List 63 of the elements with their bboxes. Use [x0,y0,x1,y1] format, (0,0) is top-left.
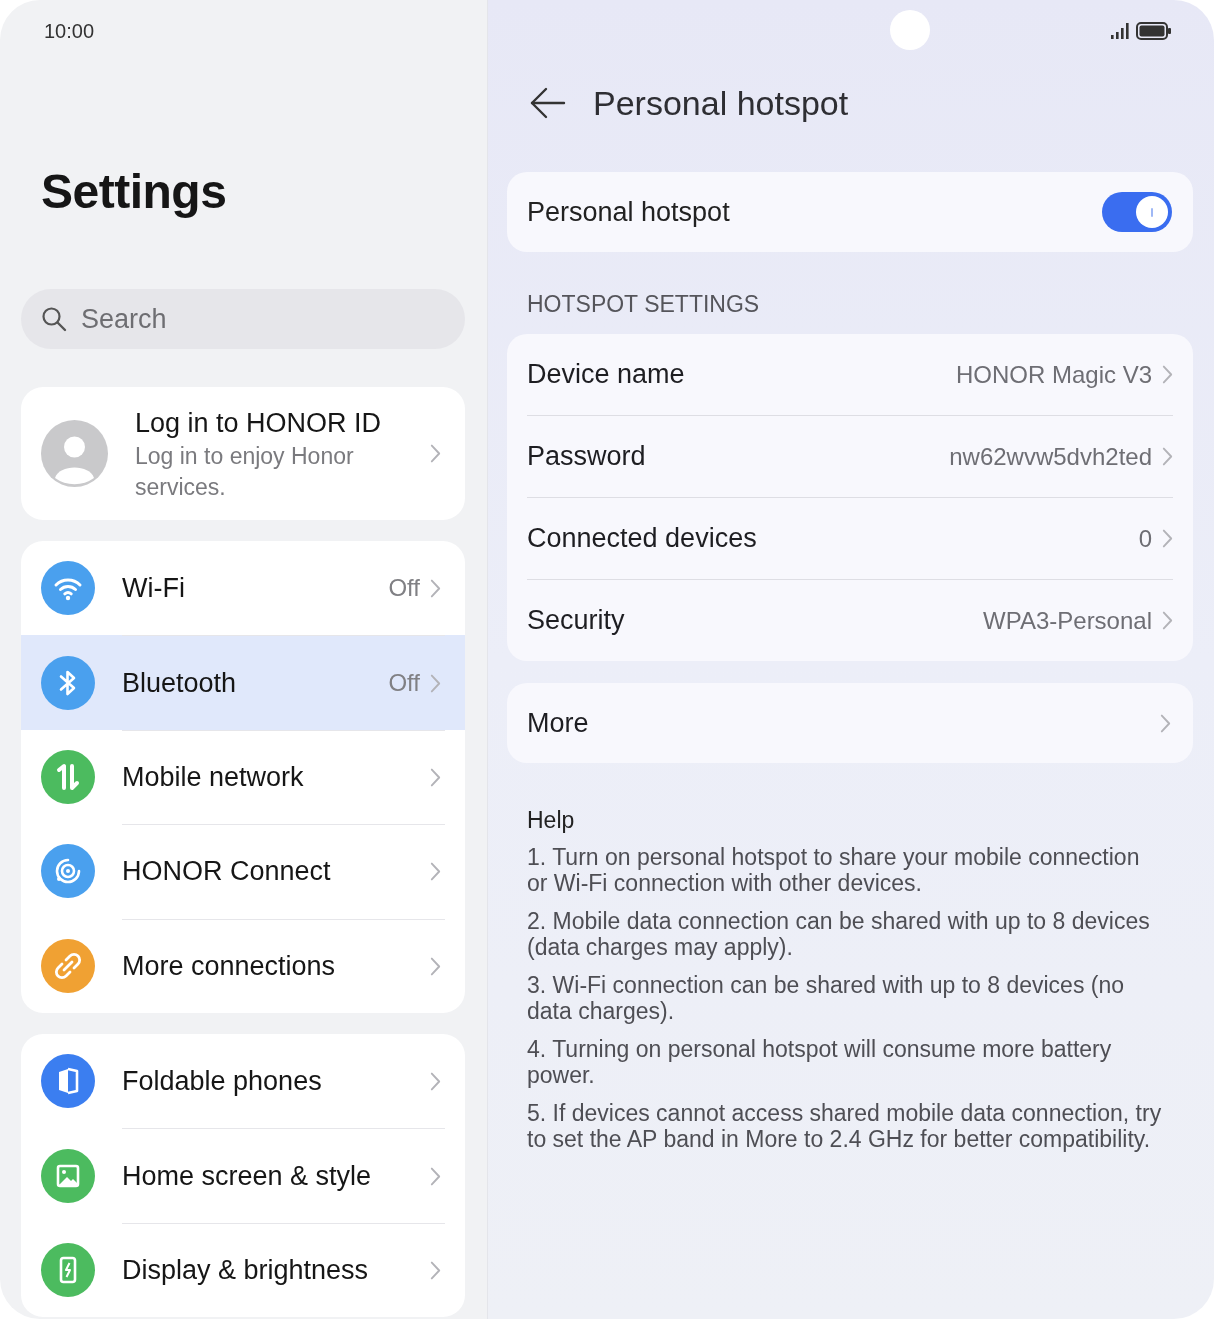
settings-item[interactable]: HONOR Connect [21,824,465,919]
link-icon [41,938,95,993]
settings-item[interactable]: More connections [21,918,465,1013]
settings-item[interactable]: Mobile network [21,729,465,825]
settings-item[interactable]: Bluetooth Off [21,635,465,730]
arrows-up-down-icon [41,749,95,804]
help-text: 4. Turning on personal hotspot will consume more battery power. [527,1036,1113,1088]
setting-value: WPA3-Personal [983,606,1152,635]
account-subtitle: Log in to enjoy Honor services. [135,441,355,502]
account-title: Log in to HONOR ID [135,406,383,440]
picture-icon [41,1148,95,1203]
chevron-icon [430,673,441,693]
toggle-switch[interactable] [1102,192,1172,232]
signal-icon [1111,23,1130,39]
wifi-icon [41,561,95,616]
chevron-icon [430,578,441,598]
chevron-icon [430,1260,441,1280]
phone-bolt-icon [41,1242,95,1297]
settings-item[interactable]: Wi-Fi Off [21,541,465,636]
settings-item[interactable]: Home screen & style [21,1128,465,1223]
chevron-icon [430,862,441,882]
chevron-icon [430,444,441,463]
chevron-icon [430,1071,441,1091]
status-value: Off [388,574,420,603]
help-text: 2. Mobile data connection can be shared with up to 8 devices (data charges may apply). [527,908,1151,960]
settings-item[interactable]: Foldable phones [21,1033,465,1129]
chevron-icon [430,767,441,787]
search-placeholder: Search [81,303,167,335]
account-card[interactable]: Log in to HONOR ID Log in to enjoy Honor services. [21,387,465,520]
setting-row[interactable]: Device name HONOR Magic V3 [527,334,1173,415]
setting-row[interactable]: Password nw62wvw5dvh2ted [527,415,1173,497]
battery-icon [1136,22,1171,40]
search-field[interactable]: Search [21,289,465,349]
chevron-icon [430,956,441,976]
foldable-phone-icon [41,1054,95,1109]
avatar-icon [41,420,108,487]
help-text: 3. Wi-Fi connection can be shared with up to 8 devices (no data charges). [527,972,1126,1024]
help-text: 1. Turn on personal hotspot to share your mobile connection or Wi-Fi connection with other devices. [527,844,1141,896]
settings-item[interactable]: Display & brightness [21,1222,465,1318]
help-text: 5. If devices cannot access shared mobile data connection, try to set the AP band in More to 2.4 GHz for better compatibility. [527,1100,1163,1152]
concentric-rings-icon [41,844,95,899]
section-header: HOTSPOT SETTINGS [527,290,760,318]
page-title: Personal hotspot [593,83,849,123]
chevron-icon [1160,713,1171,733]
camera-hole-icon [890,10,930,50]
more-row[interactable]: More [507,683,1193,763]
status-value: Off [388,669,420,698]
chevron-icon [1162,529,1173,548]
status-time: 10:00 [44,19,95,44]
chevron-icon [430,1166,441,1186]
help-title: Help [527,808,575,832]
chevron-icon [1162,611,1173,630]
setting-value: 0 [1138,524,1152,553]
setting-value: nw62wvw5dvh2ted [949,442,1152,471]
setting-row[interactable]: Connected devices 0 [527,497,1173,579]
page-heading: Settings [41,164,227,220]
setting-value: HONOR Magic V3 [955,360,1152,389]
chevron-icon [1162,365,1173,384]
chevron-icon [1162,447,1173,466]
search-icon [41,306,67,332]
bluetooth-icon [41,655,95,710]
toggle-label: Personal hotspot [527,196,731,228]
setting-row[interactable]: Security WPA3-Personal [527,579,1173,661]
